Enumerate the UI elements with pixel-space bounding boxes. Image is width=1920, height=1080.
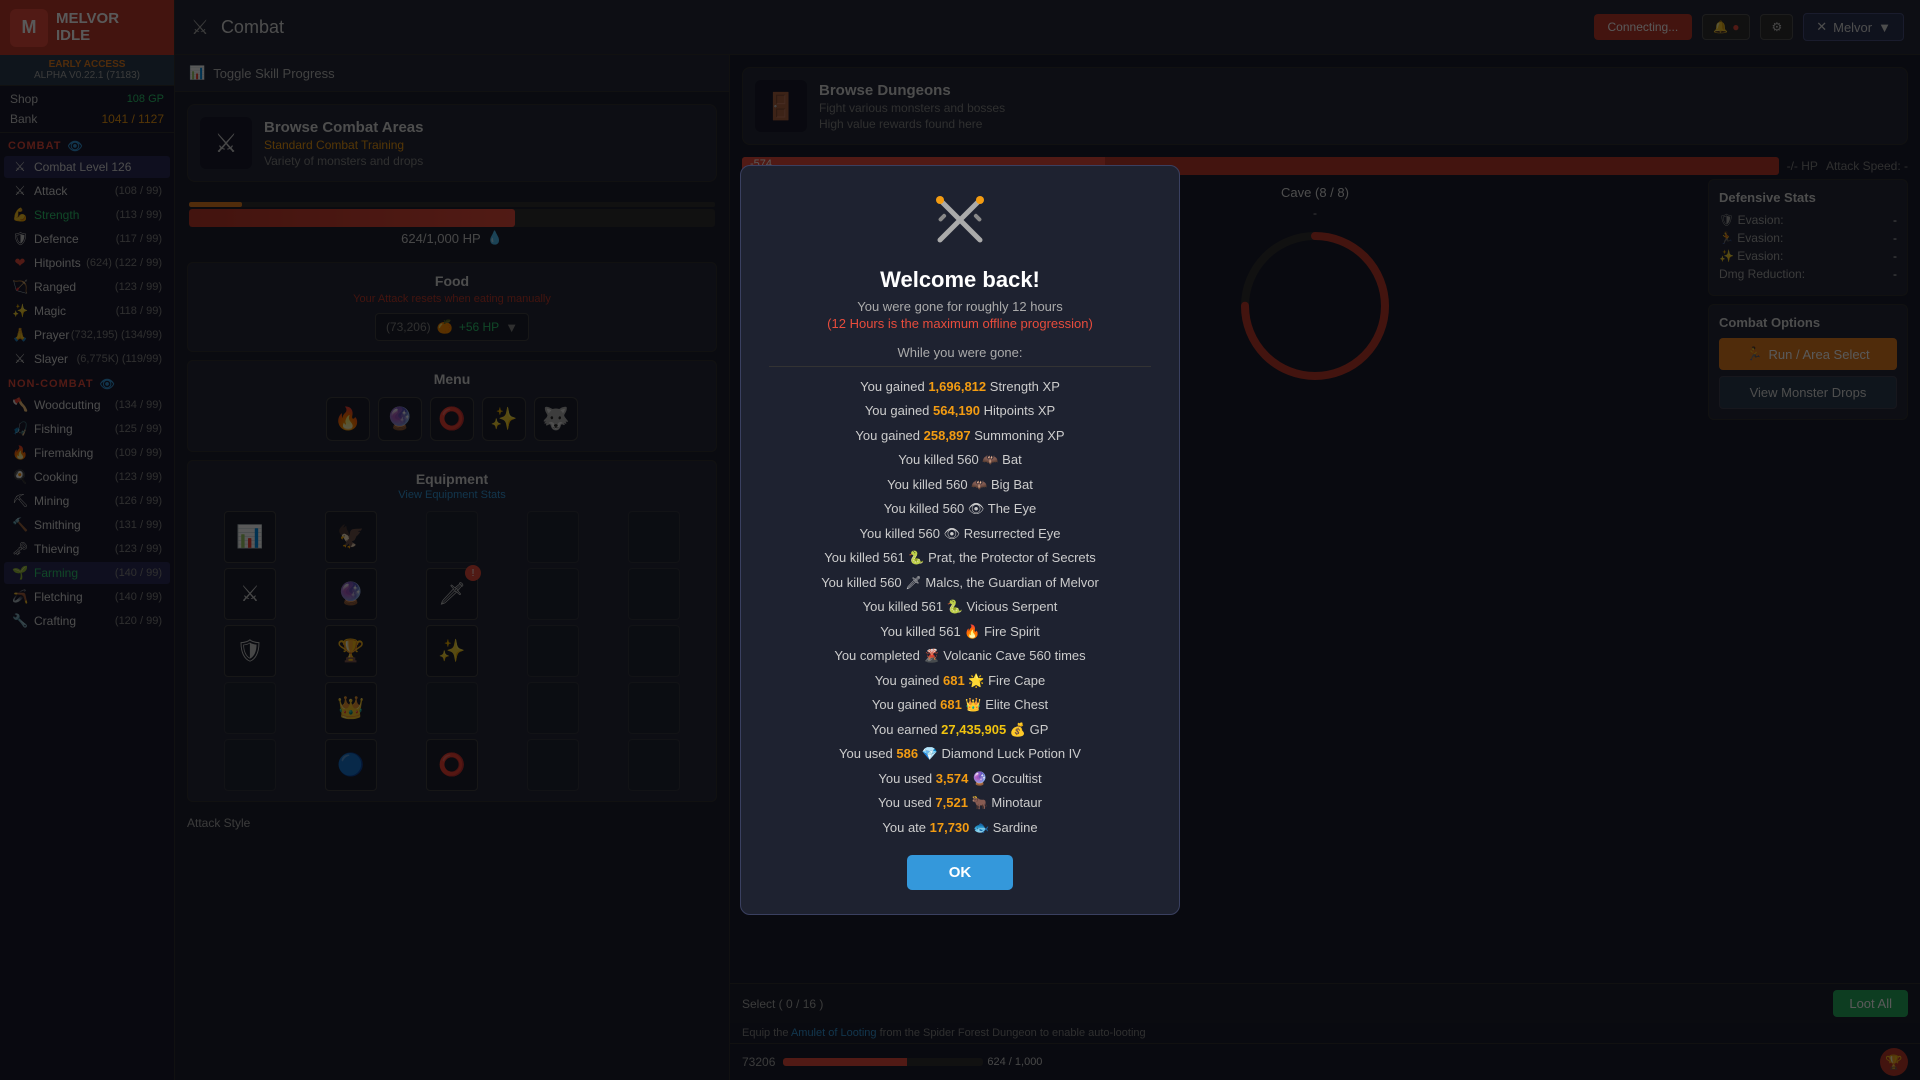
modal-row-1: You gained 564,190 Hitpoints XP (769, 401, 1151, 421)
modal-row-4: You killed 560 🦇 Big Bat (769, 475, 1151, 495)
modal-overlay: Welcome back! You were gone for roughly … (0, 0, 1920, 1080)
modal-row-18: You ate 17,730 🐟 Sardine (769, 818, 1151, 838)
modal-subtitle: You were gone for roughly 12 hours (769, 299, 1151, 314)
modal-row-6: You killed 560 👁 Resurrected Eye (769, 524, 1151, 544)
modal-row-2: You gained 258,897 Summoning XP (769, 426, 1151, 446)
modal-row-12: You gained 681 🌟 Fire Cape (769, 671, 1151, 691)
modal-warning: (12 Hours is the maximum offline progres… (769, 316, 1151, 331)
modal-row-9: You killed 561 🐍 Vicious Serpent (769, 597, 1151, 617)
modal-ok-button[interactable]: OK (907, 855, 1014, 890)
modal-row-11: You completed 🌋 Volcanic Cave 560 times (769, 646, 1151, 666)
modal-title: Welcome back! (769, 267, 1151, 293)
modal-row-17: You used 7,521 🐂 Minotaur (769, 793, 1151, 813)
modal-row-13: You gained 681 👑 Elite Chest (769, 695, 1151, 715)
modal-header-icon (769, 190, 1151, 259)
modal-row-16: You used 3,574 🔮 Occultist (769, 769, 1151, 789)
modal-row-14: You earned 27,435,905 💰 GP (769, 720, 1151, 740)
modal-row-0: You gained 1,696,812 Strength XP (769, 377, 1151, 397)
modal-row-10: You killed 561 🔥 Fire Spirit (769, 622, 1151, 642)
modal-section-label: While you were gone: (769, 345, 1151, 367)
modal-row-8: You killed 560 🗡 Malcs, the Guardian of … (769, 573, 1151, 593)
modal-row-3: You killed 560 🦇 Bat (769, 450, 1151, 470)
modal-row-5: You killed 560 👁 The Eye (769, 499, 1151, 519)
modal-row-15: You used 586 💎 Diamond Luck Potion IV (769, 744, 1151, 764)
welcome-back-modal: Welcome back! You were gone for roughly … (740, 165, 1180, 916)
modal-row-7: You killed 561 🐍 Prat, the Protector of … (769, 548, 1151, 568)
